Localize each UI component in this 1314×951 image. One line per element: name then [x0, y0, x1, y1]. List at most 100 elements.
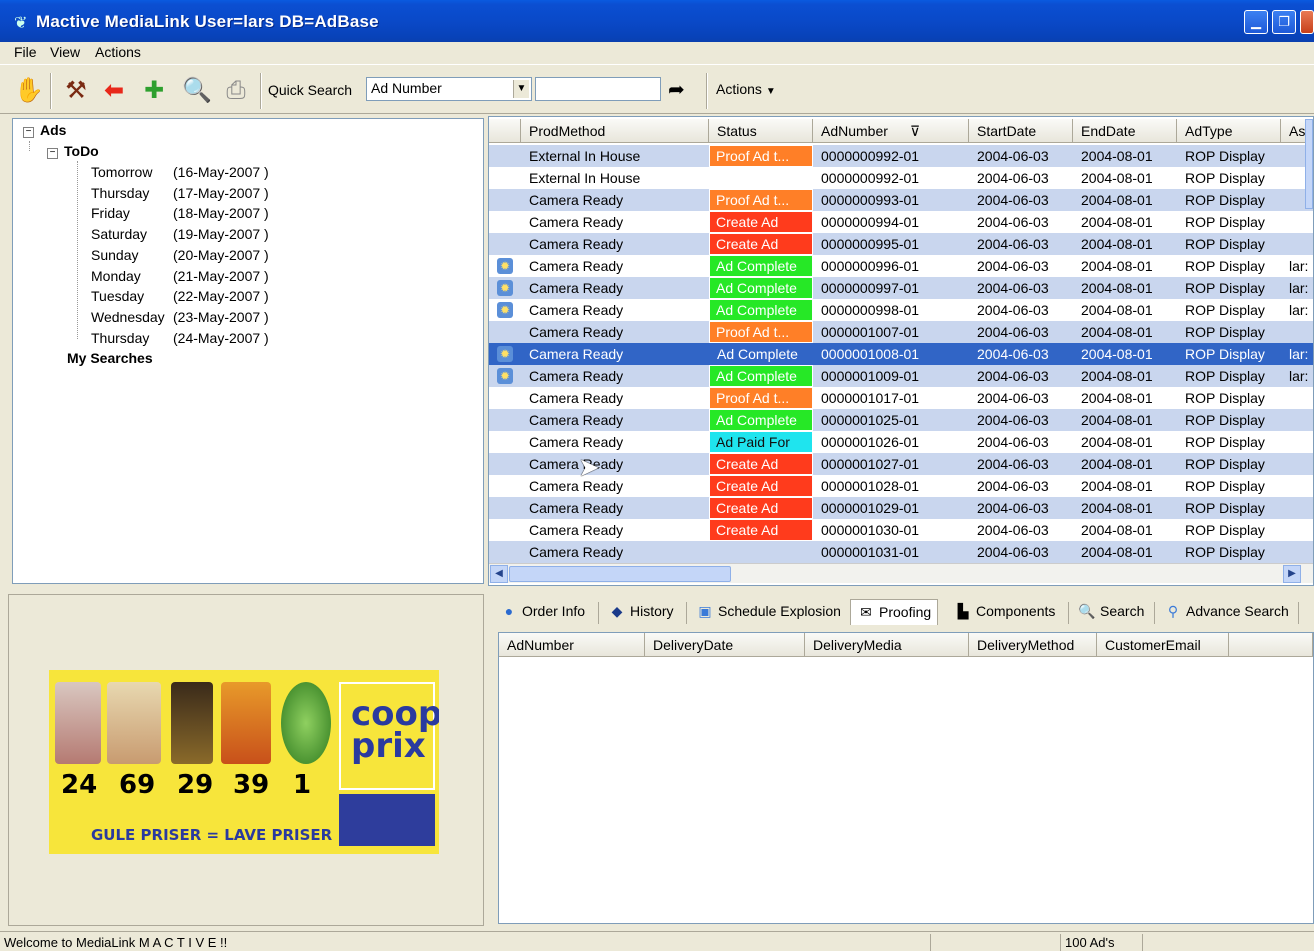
menu-actions[interactable]: Actions: [95, 44, 141, 60]
horizontal-scrollbar[interactable]: ◀ ▶: [489, 563, 1313, 583]
table-row[interactable]: ✹ Camera Ready Ad Complete 0000000996-01 200…: [489, 255, 1313, 277]
tree-node-day[interactable]: Saturday (19-May-2007 ): [91, 226, 269, 242]
column-header-adtype[interactable]: AdType: [1177, 119, 1281, 143]
tree-node-day[interactable]: Wednesday (23-May-2007 ): [91, 309, 269, 325]
cell-row-icon: [489, 387, 521, 409]
hammer-icon[interactable]: ⚒: [62, 77, 90, 105]
cell-enddate: 2004-08-01: [1073, 365, 1177, 387]
table-row[interactable]: ✹ Camera Ready Ad Complete 0000001008-01 200…: [489, 343, 1313, 365]
tree-node-day[interactable]: Thursday (17-May-2007 ): [91, 185, 269, 201]
tab-order-info-label: Order Info: [522, 603, 586, 619]
cell-adtype: ROP Display: [1177, 409, 1281, 431]
table-row[interactable]: Camera Ready Proof Ad t... 0000001007-01 20…: [489, 321, 1313, 343]
column-header-enddate[interactable]: EndDate: [1073, 119, 1177, 143]
proof-ready-icon[interactable]: ✹: [497, 258, 513, 274]
proof-ready-icon[interactable]: ✹: [497, 346, 513, 362]
tree-node-day[interactable]: Tuesday (22-May-2007 ): [91, 288, 269, 304]
ads-grid[interactable]: ProdMethod Status AdNumber ⊽ StartDate E…: [488, 116, 1314, 586]
chevron-down-icon[interactable]: ▼: [513, 80, 529, 98]
puzzle-icon[interactable]: ✚: [140, 77, 168, 105]
restore-button[interactable]: ❐: [1272, 10, 1296, 34]
collapse-icon[interactable]: −: [23, 127, 34, 138]
table-row[interactable]: Camera Ready Create Ad 0000001027-01 2004-0…: [489, 453, 1313, 475]
tab-proofing[interactable]: ✉ Proofing: [850, 599, 939, 625]
tab-schedule-explosion[interactable]: ▣ Schedule Explosion: [690, 599, 847, 625]
quick-search-field-select[interactable]: Ad Number ▼: [366, 77, 532, 101]
tree-node-todo[interactable]: − ToDo: [47, 143, 99, 159]
column-header-deliverydate[interactable]: DeliveryDate: [645, 633, 805, 657]
actions-dropdown-button[interactable]: Actions ▼: [716, 81, 776, 97]
table-row[interactable]: Camera Ready Create Ad 0000000995-01 2004-0…: [489, 233, 1313, 255]
cell-adnumber: 0000001026-01: [821, 434, 920, 450]
table-row[interactable]: ✹ Camera Ready Ad Complete 0000000998-01 200…: [489, 299, 1313, 321]
column-header-status[interactable]: Status: [709, 119, 813, 143]
column-header-adnumber[interactable]: AdNumber: [499, 633, 645, 657]
go-arrow-icon[interactable]: ➦: [668, 77, 685, 102]
table-row[interactable]: External In House 0000000992-01 2004-06-03…: [489, 167, 1313, 189]
table-row[interactable]: Camera Ready Proof Ad t... 0000001017-01 20…: [489, 387, 1313, 409]
tab-order-info[interactable]: ● Order Info: [494, 599, 591, 625]
column-header-customeremail[interactable]: CustomerEmail: [1097, 633, 1229, 657]
proofing-grid[interactable]: AdNumber DeliveryDate DeliveryMedia Deli…: [498, 632, 1314, 924]
ad-price: 69: [119, 770, 156, 800]
menu-file[interactable]: File: [14, 44, 37, 60]
column-header-startdate[interactable]: StartDate: [969, 119, 1073, 143]
column-header-adnumber[interactable]: AdNumber ⊽: [813, 119, 969, 143]
ad-preview-image[interactable]: 24 69 29 39 1 coop prix GULE PRISER = LA…: [49, 670, 439, 854]
back-arrow-icon[interactable]: ⬅: [100, 77, 128, 105]
table-row[interactable]: Camera Ready 0000001031-01 2004-06-03 2004-…: [489, 541, 1313, 563]
book-icon: ◆: [611, 603, 623, 619]
cell-prodmethod: Camera Ready: [529, 390, 624, 406]
tab-components[interactable]: ▙ Components: [948, 599, 1061, 625]
proof-ready-icon[interactable]: ✹: [497, 280, 513, 296]
cell-enddate: 2004-08-01: [1081, 522, 1153, 538]
tab-history[interactable]: ◆ History: [602, 599, 680, 625]
cell-row-icon: ✹: [489, 365, 521, 387]
proof-ready-icon[interactable]: ✹: [497, 302, 513, 318]
product-photo: [221, 682, 271, 764]
table-row[interactable]: Camera Ready Create Ad 0000001030-01 2004-0…: [489, 519, 1313, 541]
table-row[interactable]: Camera Ready Proof Ad t... 0000000993-01 20…: [489, 189, 1313, 211]
cell-assigned: [1281, 321, 1313, 343]
tree-node-my-searches[interactable]: My Searches: [67, 350, 153, 366]
tree-node-day[interactable]: Sunday (20-May-2007 ): [91, 247, 269, 263]
tab-search[interactable]: 🔍 Search: [1072, 599, 1150, 625]
tree-node-ads[interactable]: − Ads: [23, 122, 66, 138]
hand-icon[interactable]: ✋: [14, 77, 44, 105]
tree-node-day[interactable]: Thursday (24-May-2007 ): [91, 330, 269, 346]
table-row[interactable]: Camera Ready Ad Paid For 0000001026-01 2004…: [489, 431, 1313, 453]
proof-ready-icon[interactable]: ✹: [497, 368, 513, 384]
vertical-scrollbar-thumb[interactable]: [1305, 119, 1313, 209]
minimize-button[interactable]: ▁: [1244, 10, 1268, 34]
cell-enddate: 2004-08-01: [1073, 145, 1177, 167]
horizontal-scrollbar-thumb[interactable]: [509, 566, 731, 582]
table-row[interactable]: Camera Ready Create Ad 0000001029-01 2004-0…: [489, 497, 1313, 519]
status-badge: Ad Complete: [709, 255, 813, 277]
table-row[interactable]: Camera Ready Ad Complete 0000001025-01 2004…: [489, 409, 1313, 431]
table-row[interactable]: ✹ Camera Ready Ad Complete 0000001009-01 200…: [489, 365, 1313, 387]
tree-node-day[interactable]: Tomorrow (16-May-2007 ): [91, 164, 269, 180]
envelope-icon: ✉: [860, 604, 872, 620]
menu-view[interactable]: View: [50, 44, 80, 60]
column-header-prodmethod[interactable]: ProdMethod: [521, 119, 709, 143]
tab-advance-search[interactable]: ⚲ Advance Search: [1158, 599, 1295, 625]
tree-node-day[interactable]: Friday (18-May-2007 ): [91, 205, 269, 221]
column-header-deliverymedia[interactable]: DeliveryMedia: [805, 633, 969, 657]
table-row[interactable]: External In House Proof Ad t... 0000000992…: [489, 145, 1313, 167]
collapse-icon[interactable]: −: [47, 148, 58, 159]
column-header-deliverymethod[interactable]: DeliveryMethod: [969, 633, 1097, 657]
tree-node-day[interactable]: Monday (21-May-2007 ): [91, 268, 269, 284]
cell-prodmethod: Camera Ready: [521, 453, 709, 475]
quick-search-input[interactable]: [535, 77, 661, 101]
search-document-icon[interactable]: 🔍: [182, 77, 212, 105]
table-row[interactable]: Camera Ready Create Ad 0000000994-01 2004-0…: [489, 211, 1313, 233]
scroll-right-icon[interactable]: ▶: [1283, 565, 1301, 583]
table-row[interactable]: ✹ Camera Ready Ad Complete 0000000997-01 200…: [489, 277, 1313, 299]
cell-startdate: 2004-06-03: [969, 497, 1073, 519]
scroll-left-icon[interactable]: ◀: [490, 565, 508, 583]
cell-adnumber: 0000001009-01: [813, 365, 969, 387]
close-button[interactable]: [1300, 10, 1314, 34]
cell-startdate: 2004-06-03: [977, 214, 1049, 230]
printer-icon[interactable]: ⎙: [222, 77, 250, 105]
table-row[interactable]: Camera Ready Create Ad 0000001028-01 2004-0…: [489, 475, 1313, 497]
